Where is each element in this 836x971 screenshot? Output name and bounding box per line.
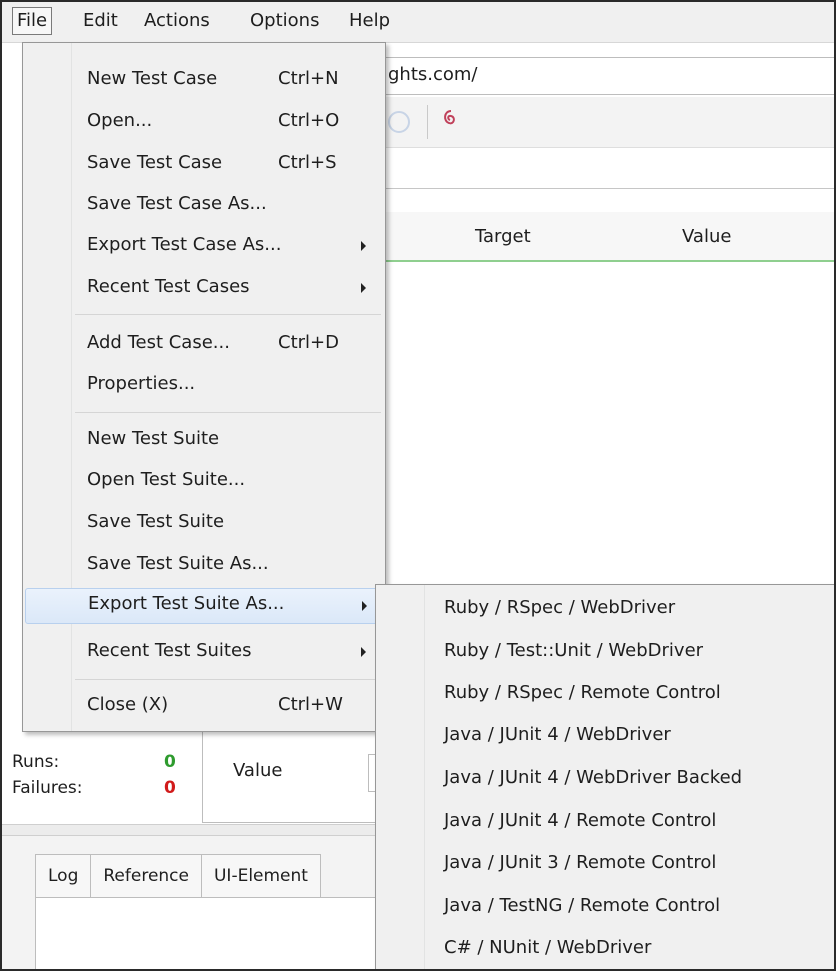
export-ruby-rspec-webdriver[interactable]: Ruby / RSpec / WebDriver: [444, 597, 675, 633]
pane-splitter[interactable]: [2, 824, 387, 836]
menu-item-label: New Test Suite: [87, 428, 220, 449]
export-java-junit3-remote-control[interactable]: Java / JUnit 3 / Remote Control: [444, 852, 716, 888]
export-java-junit4-webdriver-backed[interactable]: Java / JUnit 4 / WebDriver Backed: [444, 767, 742, 803]
export-test-suite-submenu: Ruby / RSpec / WebDriver Ruby / Test::Un…: [375, 584, 834, 969]
menu-item-label: Save Test Suite As...: [87, 553, 269, 574]
menu-help[interactable]: Help: [344, 8, 395, 34]
value-label: Value: [233, 760, 283, 781]
menu-item-recent-test-cases[interactable]: Recent Test Cases: [25, 271, 383, 305]
tab-reference[interactable]: Reference: [91, 855, 202, 897]
menu-item-save-test-case[interactable]: Save Test Case Ctrl+S: [25, 147, 383, 181]
menu-item-label: Save Test Case As...: [87, 193, 267, 214]
runs-label: Runs:: [12, 752, 60, 772]
menu-item-label: Open...: [87, 110, 153, 131]
menu-separator: [75, 412, 381, 413]
test-runs-panel: Runs: 0 Failures: 0: [2, 732, 202, 822]
step-icon[interactable]: [388, 111, 410, 133]
submenu-arrow-icon: [361, 647, 366, 657]
submenu-icon-gutter: [376, 585, 425, 969]
runs-count: 0: [164, 752, 176, 772]
menu-item-label: Add Test Case...: [87, 332, 230, 353]
menu-item-new-test-suite[interactable]: New Test Suite: [25, 423, 383, 457]
submenu-arrow-icon: [362, 601, 367, 611]
bottom-pane: Log Reference UI-Element: [2, 836, 388, 969]
menu-file[interactable]: File: [12, 7, 53, 35]
submenu-arrow-icon: [361, 283, 366, 293]
menu-item-label: Open Test Suite...: [87, 469, 246, 490]
menu-edit[interactable]: Edit: [78, 8, 123, 34]
submenu-arrow-icon: [361, 241, 366, 251]
base-url-text: ghts.com/: [388, 64, 478, 85]
menu-item-save-test-suite[interactable]: Save Test Suite: [25, 506, 383, 540]
toolbar: [382, 97, 834, 148]
menu-item-label: Export Test Suite As...: [88, 593, 285, 614]
menu-item-label: Save Test Suite: [87, 511, 225, 532]
menu-item-properties[interactable]: Properties...: [25, 368, 383, 402]
menu-item-open[interactable]: Open... Ctrl+O: [25, 105, 383, 139]
menu-item-add-test-case[interactable]: Add Test Case... Ctrl+D: [25, 327, 383, 361]
menu-separator: [75, 679, 381, 680]
menu-item-label: New Test Case: [87, 68, 218, 89]
menu-item-shortcut: Ctrl+O: [278, 110, 340, 131]
command-properties-panel: Value: [202, 732, 389, 823]
menu-item-save-test-suite-as[interactable]: Save Test Suite As...: [25, 548, 383, 582]
menu-item-close[interactable]: Close (X) Ctrl+W: [25, 689, 383, 723]
failures-count: 0: [164, 778, 176, 798]
menu-item-save-test-case-as[interactable]: Save Test Case As...: [25, 188, 383, 222]
menu-bar: File Edit Actions Options Help: [2, 2, 834, 43]
export-ruby-rspec-remote-control[interactable]: Ruby / RSpec / Remote Control: [444, 682, 721, 718]
toolbar-separator: [427, 105, 428, 139]
menu-item-new-test-case[interactable]: New Test Case Ctrl+N: [25, 63, 383, 97]
base-url-field[interactable]: ghts.com/: [382, 57, 834, 95]
export-csharp-nunit-webdriver[interactable]: C# / NUnit / WebDriver: [444, 937, 651, 969]
rollup-icon[interactable]: [440, 107, 462, 133]
menu-item-label: Recent Test Suites: [87, 640, 252, 661]
menu-separator: [75, 314, 381, 315]
menu-item-export-test-suite-as[interactable]: Export Test Suite As...: [25, 588, 381, 624]
menu-item-label: Close (X): [87, 694, 169, 715]
menu-item-shortcut: Ctrl+S: [278, 152, 337, 173]
export-java-junit4-remote-control[interactable]: Java / JUnit 4 / Remote Control: [444, 810, 716, 846]
menu-item-label: Export Test Case As...: [87, 234, 282, 255]
menu-item-export-test-case-as[interactable]: Export Test Case As...: [25, 229, 383, 263]
menu-options[interactable]: Options: [245, 8, 324, 34]
column-header-target[interactable]: Target: [475, 226, 531, 247]
command-area: [382, 188, 834, 211]
tab-content: [35, 897, 388, 969]
failures-label: Failures:: [12, 778, 83, 798]
menu-actions[interactable]: Actions: [139, 8, 215, 34]
column-header-value[interactable]: Value: [682, 226, 731, 247]
tab-ui-element[interactable]: UI-Element: [202, 855, 320, 897]
command-table-header: Target Value: [382, 212, 834, 262]
file-menu: New Test Case Ctrl+N Open... Ctrl+O Save…: [22, 42, 386, 732]
menu-item-label: Save Test Case: [87, 152, 223, 173]
selenium-ide-window: File Edit Actions Options Help ghts.com/…: [0, 0, 836, 971]
menu-item-open-test-suite[interactable]: Open Test Suite...: [25, 464, 383, 498]
menu-item-shortcut: Ctrl+N: [278, 68, 339, 89]
export-ruby-testunit-webdriver[interactable]: Ruby / Test::Unit / WebDriver: [444, 640, 703, 676]
export-java-testng-remote-control[interactable]: Java / TestNG / Remote Control: [444, 895, 720, 931]
export-java-junit4-webdriver[interactable]: Java / JUnit 4 / WebDriver: [444, 724, 671, 760]
bottom-tabs: Log Reference UI-Element: [35, 854, 321, 898]
menu-item-shortcut: Ctrl+D: [278, 332, 339, 353]
tab-log[interactable]: Log: [36, 855, 92, 897]
menu-item-label: Properties...: [87, 373, 196, 394]
menu-item-shortcut: Ctrl+W: [278, 694, 343, 715]
menu-item-recent-test-suites[interactable]: Recent Test Suites: [25, 635, 383, 669]
menu-item-label: Recent Test Cases: [87, 276, 250, 297]
